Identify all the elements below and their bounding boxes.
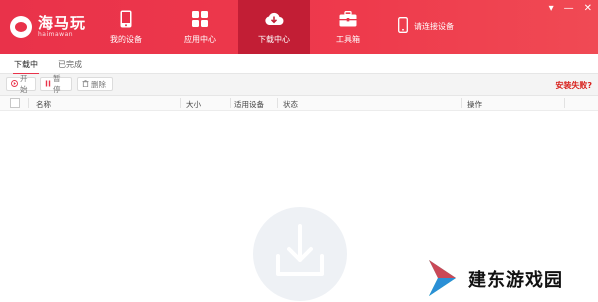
logo-name: 海马玩: [38, 14, 87, 32]
column-divider: [180, 98, 181, 108]
nav-app-center-label: 应用中心: [184, 35, 216, 44]
cloud-download-icon: [264, 9, 284, 29]
pause-label: 暂停: [53, 74, 61, 94]
nav-download-center-label: 下载中心: [258, 35, 290, 44]
delete-button[interactable]: 删除: [77, 77, 113, 91]
apps-grid-icon: [190, 9, 210, 29]
delete-label: 删除: [91, 79, 106, 89]
download-tabs: 下载中 已完成: [0, 54, 598, 75]
select-all-checkbox[interactable]: [10, 98, 20, 108]
menu-icon[interactable]: ▾: [549, 3, 554, 14]
top-header: 海马玩 haimawan 我的设备 应用中心 下载中心 工具箱 请连接设备 ▾ …: [0, 0, 598, 54]
pause-button[interactable]: 暂停: [40, 74, 72, 94]
column-name[interactable]: 名称: [36, 99, 51, 110]
close-icon[interactable]: ✕: [584, 3, 592, 14]
app-logo: 海马玩 haimawan: [10, 12, 86, 42]
window-controls: ▾ — ✕: [549, 3, 592, 14]
nav-toolbox-label: 工具箱: [336, 35, 360, 44]
connect-device-label: 请连接设备: [414, 21, 454, 31]
watermark-text: 建东游戏园: [468, 270, 563, 291]
download-toolbar: 开始 暂停 删除 安装失败?: [0, 74, 598, 96]
column-divider: [230, 98, 231, 108]
logo-icon: [10, 16, 32, 38]
toolbox-icon: [338, 9, 358, 29]
column-divider: [461, 98, 462, 108]
start-label: 开始: [20, 74, 28, 94]
nav-download-center[interactable]: 下载中心: [238, 0, 310, 54]
nav-my-device-label: 我的设备: [110, 35, 142, 44]
column-divider: [28, 98, 29, 108]
column-device[interactable]: 适用设备: [234, 99, 264, 110]
phone-icon: [116, 9, 136, 29]
column-status[interactable]: 状态: [283, 99, 298, 110]
trash-icon: [82, 79, 89, 89]
minimize-icon[interactable]: —: [564, 3, 574, 14]
download-tray-icon: [276, 224, 324, 276]
nav-app-center[interactable]: 应用中心: [170, 0, 230, 54]
column-action[interactable]: 操作: [467, 99, 482, 110]
connect-device-button[interactable]: 请连接设备: [398, 17, 454, 35]
watermark-logo-icon: [429, 260, 456, 296]
logo-subname: haimawan: [38, 31, 74, 38]
nav-my-device[interactable]: 我的设备: [96, 0, 156, 54]
tab-downloading[interactable]: 下载中: [13, 59, 39, 75]
phone-outline-icon: [398, 17, 408, 35]
play-icon: [11, 79, 18, 89]
pause-icon: [45, 80, 51, 89]
column-size[interactable]: 大小: [186, 99, 201, 110]
tab-completed[interactable]: 已完成: [58, 59, 82, 70]
watermark: 建东游戏园: [398, 252, 598, 302]
nav-toolbox[interactable]: 工具箱: [318, 0, 378, 54]
table-header: 名称 大小 适用设备 状态 操作: [0, 96, 598, 111]
column-divider: [564, 98, 565, 108]
column-divider: [277, 98, 278, 108]
install-failed-link[interactable]: 安装失败?: [555, 80, 592, 91]
start-button[interactable]: 开始: [6, 74, 36, 94]
